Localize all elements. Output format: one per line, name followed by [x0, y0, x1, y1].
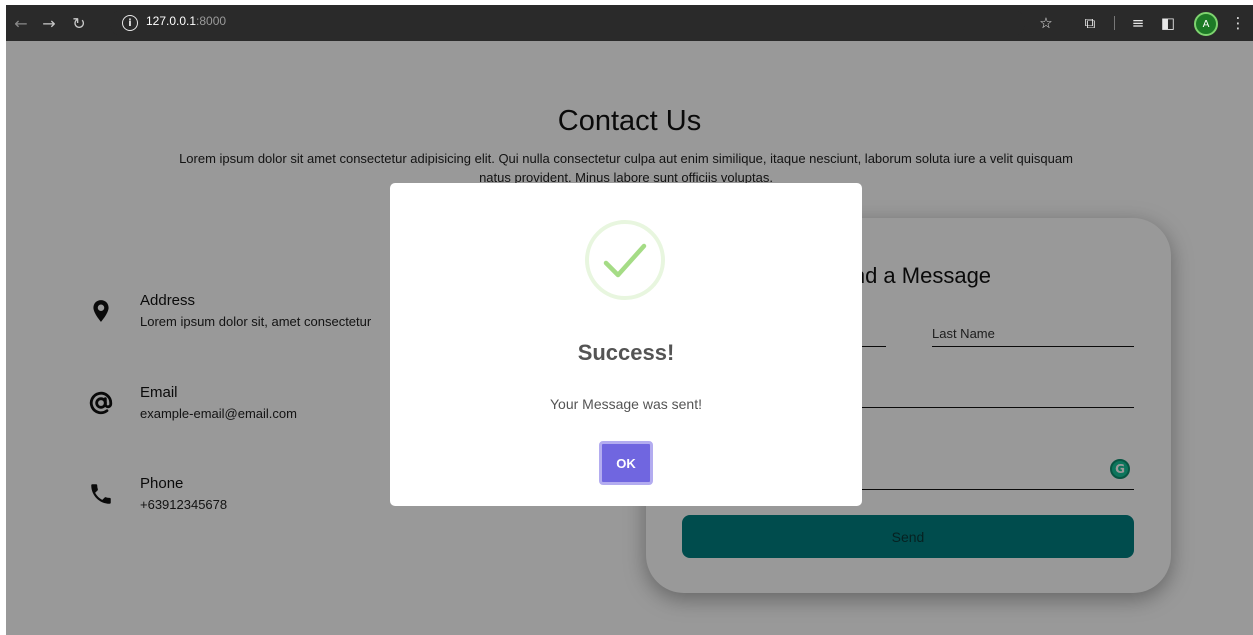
- side-panel-icon[interactable]: ◧: [1154, 5, 1182, 41]
- reload-icon[interactable]: ↻: [64, 5, 94, 41]
- success-check-icon: [585, 220, 665, 300]
- site-info-icon[interactable]: i: [122, 15, 138, 31]
- ok-button[interactable]: OK: [599, 441, 653, 485]
- extensions-icon[interactable]: ⧉: [1076, 5, 1104, 41]
- forward-icon[interactable]: →: [34, 5, 64, 41]
- browser-chrome: ← → ↻ i 127.0.0.1:8000 ☆ ⧉ ≡ ◧ A ⋮: [0, 0, 1253, 47]
- browser-toolbar: ← → ↻ i 127.0.0.1:8000 ☆ ⧉ ≡ ◧ A ⋮: [6, 5, 1253, 41]
- toolbar-divider: [1114, 16, 1115, 30]
- url-text: 127.0.0.1:8000: [146, 14, 227, 28]
- address-bar[interactable]: i 127.0.0.1:8000: [110, 9, 1025, 37]
- menu-kebab-icon[interactable]: ⋮: [1224, 5, 1252, 41]
- success-dialog: Success! Your Message was sent! OK: [390, 183, 862, 506]
- bookmark-star-icon[interactable]: ☆: [1032, 5, 1060, 41]
- dialog-message: Your Message was sent!: [549, 396, 702, 412]
- reading-list-icon[interactable]: ≡: [1124, 5, 1152, 41]
- dialog-title: Success!: [577, 340, 675, 365]
- back-icon[interactable]: ←: [6, 5, 36, 41]
- profile-avatar[interactable]: A: [1194, 12, 1218, 36]
